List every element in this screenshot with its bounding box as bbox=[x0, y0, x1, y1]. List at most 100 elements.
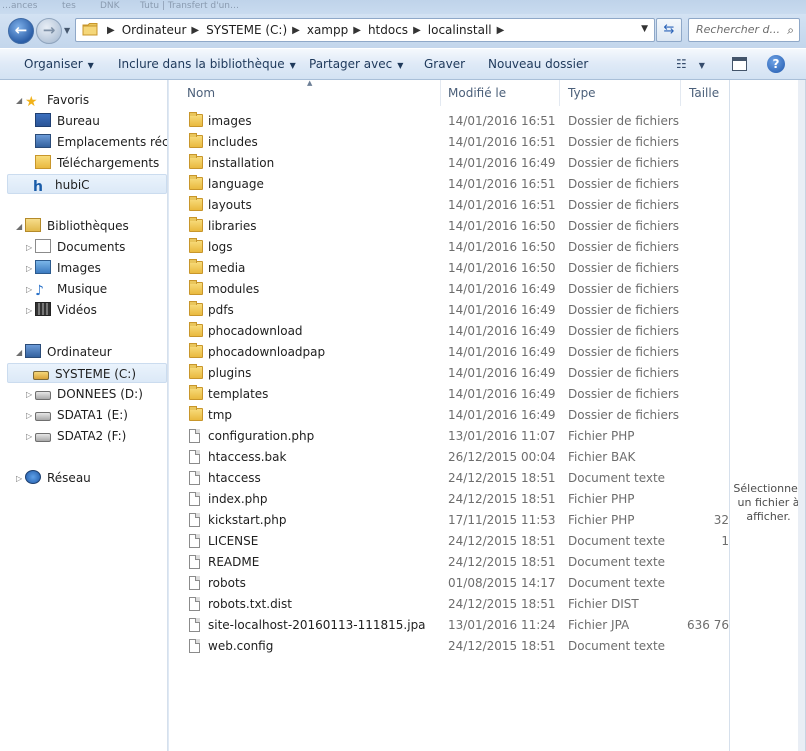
tree-item-drive-d[interactable]: DONNEES (D:) bbox=[35, 384, 143, 404]
expand-arrow-icon[interactable]: ▷ bbox=[26, 432, 32, 441]
file-row[interactable]: installation 14/01/2016 16:49 Dossier de f… bbox=[169, 153, 729, 174]
file-row[interactable]: site-localhost-20160113-111815.jpa 13/01/… bbox=[169, 615, 729, 636]
refresh-button[interactable]: ⇆ bbox=[656, 18, 682, 42]
file-name: htaccess bbox=[208, 471, 261, 485]
expand-arrow-icon[interactable]: ▷ bbox=[26, 390, 32, 399]
expand-arrow-icon[interactable]: ▷ bbox=[26, 306, 32, 315]
expand-arrow-icon[interactable]: ▷ bbox=[26, 285, 32, 294]
tree-libraries[interactable]: Bibliothèques bbox=[25, 216, 129, 236]
preview-pane-toggle[interactable] bbox=[732, 57, 747, 71]
change-view-button[interactable]: ☷ ▼ bbox=[676, 57, 705, 71]
file-row[interactable]: logs 14/01/2016 16:50 Dossier de fichiers bbox=[169, 237, 729, 258]
file-type: Dossier de fichiers bbox=[568, 345, 680, 359]
include-library-button[interactable]: Inclure dans la bibliothèque ▼ bbox=[118, 57, 296, 71]
tree-item-hubic[interactable]: h hubiC bbox=[7, 174, 167, 195]
file-row[interactable]: media 14/01/2016 16:50 Dossier de fichiers bbox=[169, 258, 729, 279]
preview-message-line: Sélectionnez bbox=[733, 482, 804, 495]
tree-item-drive-e[interactable]: SDATA1 (E:) bbox=[35, 405, 128, 425]
tree-item-bureau[interactable]: Bureau bbox=[35, 111, 100, 131]
collapse-arrow-icon[interactable]: ◢ bbox=[16, 96, 22, 105]
organize-menu-button[interactable]: Organiser ▼ bbox=[24, 57, 94, 71]
tree-item-images[interactable]: Images bbox=[35, 258, 101, 278]
file-row[interactable]: htaccess 24/12/2015 18:51 Document texte bbox=[169, 468, 729, 489]
file-row[interactable]: templates 14/01/2016 16:49 Dossier de fich… bbox=[169, 384, 729, 405]
breadcrumb-systeme[interactable]: SYSTEME (C:) bbox=[206, 23, 287, 37]
share-with-button[interactable]: Partager avec ▼ bbox=[309, 57, 403, 71]
back-button[interactable]: ← bbox=[8, 18, 34, 44]
tree-label: Vidéos bbox=[57, 303, 97, 317]
file-row[interactable]: plugins 14/01/2016 16:49 Dossier de fichie… bbox=[169, 363, 729, 384]
file-row[interactable]: libraries 14/01/2016 16:50 Dossier de fich… bbox=[169, 216, 729, 237]
file-icon bbox=[189, 534, 200, 548]
column-header-modified[interactable]: Modifié le bbox=[440, 80, 560, 106]
help-button[interactable]: ? bbox=[767, 55, 785, 73]
collapse-arrow-icon[interactable]: ◢ bbox=[16, 222, 22, 231]
tree-item-downloads[interactable]: Téléchargements bbox=[35, 153, 159, 173]
column-header-type[interactable]: Type bbox=[560, 80, 681, 106]
file-row[interactable]: kickstart.php 17/11/2015 11:53 Fichier PHP bbox=[169, 510, 729, 531]
address-dropdown-arrow[interactable]: ▼ bbox=[641, 24, 648, 34]
breadcrumb-separator[interactable]: ▶ bbox=[353, 25, 361, 36]
file-row[interactable]: modules 14/01/2016 16:49 Dossier de fichie… bbox=[169, 279, 729, 300]
libraries-icon bbox=[25, 218, 41, 232]
breadcrumb-separator[interactable]: ▶ bbox=[107, 25, 115, 36]
forward-button[interactable]: → bbox=[36, 18, 62, 44]
file-row[interactable]: images 14/01/2016 16:51 Dossier de fichier… bbox=[169, 111, 729, 132]
tree-computer[interactable]: Ordinateur bbox=[25, 342, 112, 362]
expand-arrow-icon[interactable]: ▷ bbox=[26, 243, 32, 252]
expand-arrow-icon[interactable]: ▷ bbox=[26, 264, 32, 273]
file-name: configuration.php bbox=[208, 429, 315, 443]
new-folder-button[interactable]: Nouveau dossier bbox=[488, 57, 588, 71]
file-name: media bbox=[208, 261, 246, 275]
file-row[interactable]: README 24/12/2015 18:51 Document texte bbox=[169, 552, 729, 573]
breadcrumb-separator[interactable]: ▶ bbox=[413, 25, 421, 36]
tree-item-music[interactable]: ♪ Musique bbox=[35, 279, 107, 299]
file-type: Dossier de fichiers bbox=[568, 366, 680, 380]
file-row[interactable]: tmp 14/01/2016 16:49 Dossier de fichiers bbox=[169, 405, 729, 426]
column-header-name[interactable]: Nom bbox=[179, 80, 441, 106]
documents-icon bbox=[35, 239, 51, 253]
folder-icon bbox=[189, 364, 203, 379]
file-row[interactable]: language 14/01/2016 16:51 Dossier de fichi… bbox=[169, 174, 729, 195]
file-row[interactable]: LICENSE 24/12/2015 18:51 Document texte bbox=[169, 531, 729, 552]
file-row[interactable]: phocadownloadpap 14/01/2016 16:49 Dossier … bbox=[169, 342, 729, 363]
breadcrumb-ordinateur[interactable]: Ordinateur bbox=[122, 23, 187, 37]
expand-arrow-icon[interactable]: ▷ bbox=[16, 474, 22, 483]
file-row[interactable]: htaccess.bak 26/12/2015 00:04 Fichier BAK bbox=[169, 447, 729, 468]
breadcrumb-separator[interactable]: ▶ bbox=[497, 25, 505, 36]
tree-item-videos[interactable]: Vidéos bbox=[35, 300, 97, 320]
search-input[interactable]: Rechercher d... ⌕ bbox=[688, 18, 800, 42]
file-row[interactable]: robots 01/08/2015 14:17 Document texte bbox=[169, 573, 729, 594]
tree-network[interactable]: Réseau bbox=[25, 468, 91, 488]
collapse-arrow-icon[interactable]: ◢ bbox=[16, 348, 22, 357]
file-list-pane[interactable]: ▲ Nom Modifié le Type Taille images14/01… bbox=[169, 80, 729, 751]
tree-item-recent-places[interactable]: Emplacements récents bbox=[35, 132, 167, 152]
navigation-pane[interactable]: ◢ ★ Favoris Bureau Emplacements récents T… bbox=[0, 80, 168, 751]
file-row[interactable]: includes 14/01/2016 16:51 Dossier de fichi… bbox=[169, 132, 729, 153]
breadcrumb-separator[interactable]: ▶ bbox=[292, 25, 300, 36]
tree-item-drive-f[interactable]: SDATA2 (F:) bbox=[35, 426, 126, 446]
tree-item-documents[interactable]: Documents bbox=[35, 237, 125, 257]
file-row[interactable]: web.config 24/12/2015 18:51 Document texte bbox=[169, 636, 729, 657]
tree-label: Musique bbox=[57, 282, 108, 296]
burn-button[interactable]: Graver bbox=[424, 57, 465, 71]
file-icon bbox=[189, 429, 200, 443]
breadcrumb-xampp[interactable]: xampp bbox=[307, 23, 348, 37]
file-row[interactable]: layouts 14/01/2016 16:51 Dossier de fichie… bbox=[169, 195, 729, 216]
breadcrumb-htdocs[interactable]: htdocs bbox=[368, 23, 408, 37]
recent-pages-dropdown[interactable]: ▼ bbox=[64, 26, 70, 35]
search-icon[interactable]: ⌕ bbox=[787, 19, 794, 41]
breadcrumb-separator[interactable]: ▶ bbox=[191, 25, 199, 36]
file-row[interactable]: robots.txt.dist 24/12/2015 18:51 Fichier D… bbox=[169, 594, 729, 615]
breadcrumb-localinstall[interactable]: localinstall bbox=[428, 23, 492, 37]
tree-item-drive-c[interactable]: SYSTEME (C:) bbox=[7, 363, 167, 383]
expand-arrow-icon[interactable]: ▷ bbox=[26, 411, 32, 420]
tree-favorites[interactable]: ★ Favoris bbox=[25, 90, 89, 110]
file-row[interactable]: pdfs 14/01/2016 16:49 Dossier de fichiers bbox=[169, 300, 729, 321]
search-placeholder: Rechercher d... bbox=[696, 23, 780, 36]
file-row[interactable]: index.php 24/12/2015 18:51 Fichier PHP bbox=[169, 489, 729, 510]
address-bar[interactable]: ▶ Ordinateur ▶ SYSTEME (C:) ▶ xampp ▶ ht… bbox=[75, 18, 655, 42]
file-row[interactable]: configuration.php 13/01/2016 11:07 Fichier… bbox=[169, 426, 729, 447]
folder-icon bbox=[189, 217, 203, 232]
file-row[interactable]: phocadownload 14/01/2016 16:49 Dossier de … bbox=[169, 321, 729, 342]
